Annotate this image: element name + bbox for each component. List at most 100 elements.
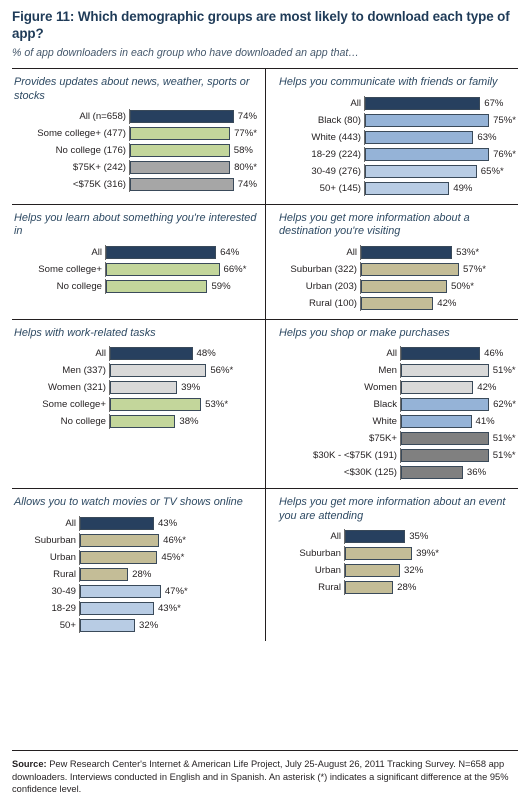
bar xyxy=(80,584,161,598)
bar-category-label: All (n=658) xyxy=(79,111,126,122)
bar-category-label: Black xyxy=(373,399,397,410)
bar-chart: All 64% Some college+ 66%* No college 59% xyxy=(14,244,257,294)
bar-row: All 53%* xyxy=(279,244,516,260)
bar-category-label: Rural xyxy=(53,568,76,580)
bar-category-label: Black (80) xyxy=(317,114,361,126)
bar xyxy=(365,164,477,178)
bar-container: 64% xyxy=(106,245,257,259)
panel-shop-make-purchases: Helps you shop or make purchases All 46% M… xyxy=(265,320,518,489)
bar-value-label: 65%* xyxy=(480,165,504,177)
panel-band-4: Allows you to watch movies or TV shows o… xyxy=(12,489,518,641)
bar-row: Urban 45%* xyxy=(14,549,257,565)
bar-category-label: Men xyxy=(378,365,397,376)
bar-row: 50+ 32% xyxy=(14,617,257,633)
bar-value-label: 48% xyxy=(196,348,216,359)
bar-container: 43%* xyxy=(80,601,257,615)
bar-container: 57%* xyxy=(361,262,516,276)
bar-container: 36% xyxy=(401,466,516,479)
panel-title: Provides updates about news, weather, sp… xyxy=(14,76,250,102)
bar-value-label: 50%* xyxy=(451,280,474,292)
panel-work-related-tasks: Helps with work-related tasks All 48% Men … xyxy=(12,320,265,489)
bar-row: All 43% xyxy=(14,515,257,531)
panel-title: Helps you communicate with friends or fa… xyxy=(279,76,498,88)
bar xyxy=(80,533,160,547)
bar-container: 42% xyxy=(401,381,516,394)
bar-container: 28% xyxy=(80,567,257,581)
bar-category-label: $75K+ xyxy=(368,433,397,444)
bar-row: <$30K (125) 36% xyxy=(279,465,516,480)
bar xyxy=(130,144,230,157)
bar-chart: All (n=658) 74% Some college+ (477) 77%* No … xyxy=(14,109,257,192)
bar-container: 51%* xyxy=(401,364,516,377)
bar-value-label: 51%* xyxy=(492,450,516,461)
bar xyxy=(365,113,490,127)
bar-row: Urban 32% xyxy=(279,563,516,578)
bar-category-label: No college (176) xyxy=(55,145,126,156)
panel-communicate-friends-family: Helps you communicate with friends or fa… xyxy=(265,69,518,204)
bar-container: 62%* xyxy=(401,398,516,411)
bar-category-label: 30-49 xyxy=(51,585,76,597)
bar-row: $30K - <$75K (191) 51%* xyxy=(279,448,516,463)
bar-value-label: 42% xyxy=(437,297,457,309)
bar-container: 48% xyxy=(110,347,257,360)
bar-value-label: 67% xyxy=(484,97,504,109)
bar xyxy=(365,130,474,144)
bar-category-label: Some college+ xyxy=(38,263,102,275)
bar-value-label: 39% xyxy=(181,382,201,393)
bar-value-label: 75%* xyxy=(493,114,516,126)
bar-row: All 35% xyxy=(279,529,516,544)
bar-row: No college 59% xyxy=(14,278,257,294)
panel-grid: Provides updates about news, weather, sp… xyxy=(12,69,518,641)
bar-value-label: 49% xyxy=(453,182,473,194)
bar xyxy=(110,347,193,360)
bar-row: White (443) 63% xyxy=(279,129,516,145)
bar-value-label: 74% xyxy=(237,179,257,190)
panel-title: Helps you get more information about a d… xyxy=(279,211,470,238)
bar-row: $75K+ (242) 80%* xyxy=(14,160,257,175)
bar-row: 30-49 47%* xyxy=(14,583,257,599)
bar xyxy=(80,618,136,632)
bar xyxy=(110,415,176,428)
bar-row: Men (337) 56%* xyxy=(14,363,257,378)
bar-row: Urban (203) 50%* xyxy=(279,278,516,294)
bar-container: 53%* xyxy=(110,398,257,411)
bar-value-label: 45%* xyxy=(161,551,185,563)
bar-value-label: 57%* xyxy=(463,263,486,275)
bar-value-label: 32% xyxy=(139,619,159,631)
bar-value-label: 51%* xyxy=(492,365,516,376)
bar xyxy=(361,262,460,276)
bar-category-label: All xyxy=(65,517,76,529)
bar-container: 47%* xyxy=(80,584,257,598)
bar-category-label: 18-29 xyxy=(51,602,76,614)
bar-value-label: 43%* xyxy=(157,602,181,614)
bar-category-label: 50+ (145) xyxy=(319,182,361,194)
bar-container: 63% xyxy=(365,130,516,144)
bar-row: All (n=658) 74% xyxy=(14,109,257,124)
panel-learn-about-something: Helps you learn about something you're i… xyxy=(12,205,265,319)
bar-value-label: 62%* xyxy=(493,399,516,410)
bar xyxy=(365,96,481,110)
bar xyxy=(361,296,434,310)
bar-row: No college 38% xyxy=(14,414,257,429)
bar xyxy=(401,449,489,462)
bar xyxy=(361,245,453,259)
bar-container: 39% xyxy=(110,381,257,394)
bar-value-label: 46% xyxy=(484,348,504,359)
bar-value-label: 28% xyxy=(132,568,152,580)
bar-category-label: All xyxy=(330,531,341,542)
bar-container: 41% xyxy=(401,415,516,428)
bar-value-label: 77%* xyxy=(234,128,257,139)
bar-value-label: 53%* xyxy=(205,399,229,410)
bar-container: 28% xyxy=(345,581,516,594)
bar-value-label: 46%* xyxy=(163,534,187,546)
bar xyxy=(361,279,447,293)
panel-band-1: Provides updates about news, weather, sp… xyxy=(12,69,518,204)
bar-container: 46%* xyxy=(80,533,257,547)
bar-category-label: White xyxy=(372,416,397,427)
panel-watch-movies-tv: Allows you to watch movies or TV shows o… xyxy=(12,489,265,641)
bar xyxy=(365,147,490,161)
bar-chart: All 53%* Suburban (322) 57%* Urban (203) 50%*… xyxy=(279,244,516,311)
bar xyxy=(110,364,207,377)
bar xyxy=(130,161,231,174)
bar-value-label: 63% xyxy=(477,131,497,143)
